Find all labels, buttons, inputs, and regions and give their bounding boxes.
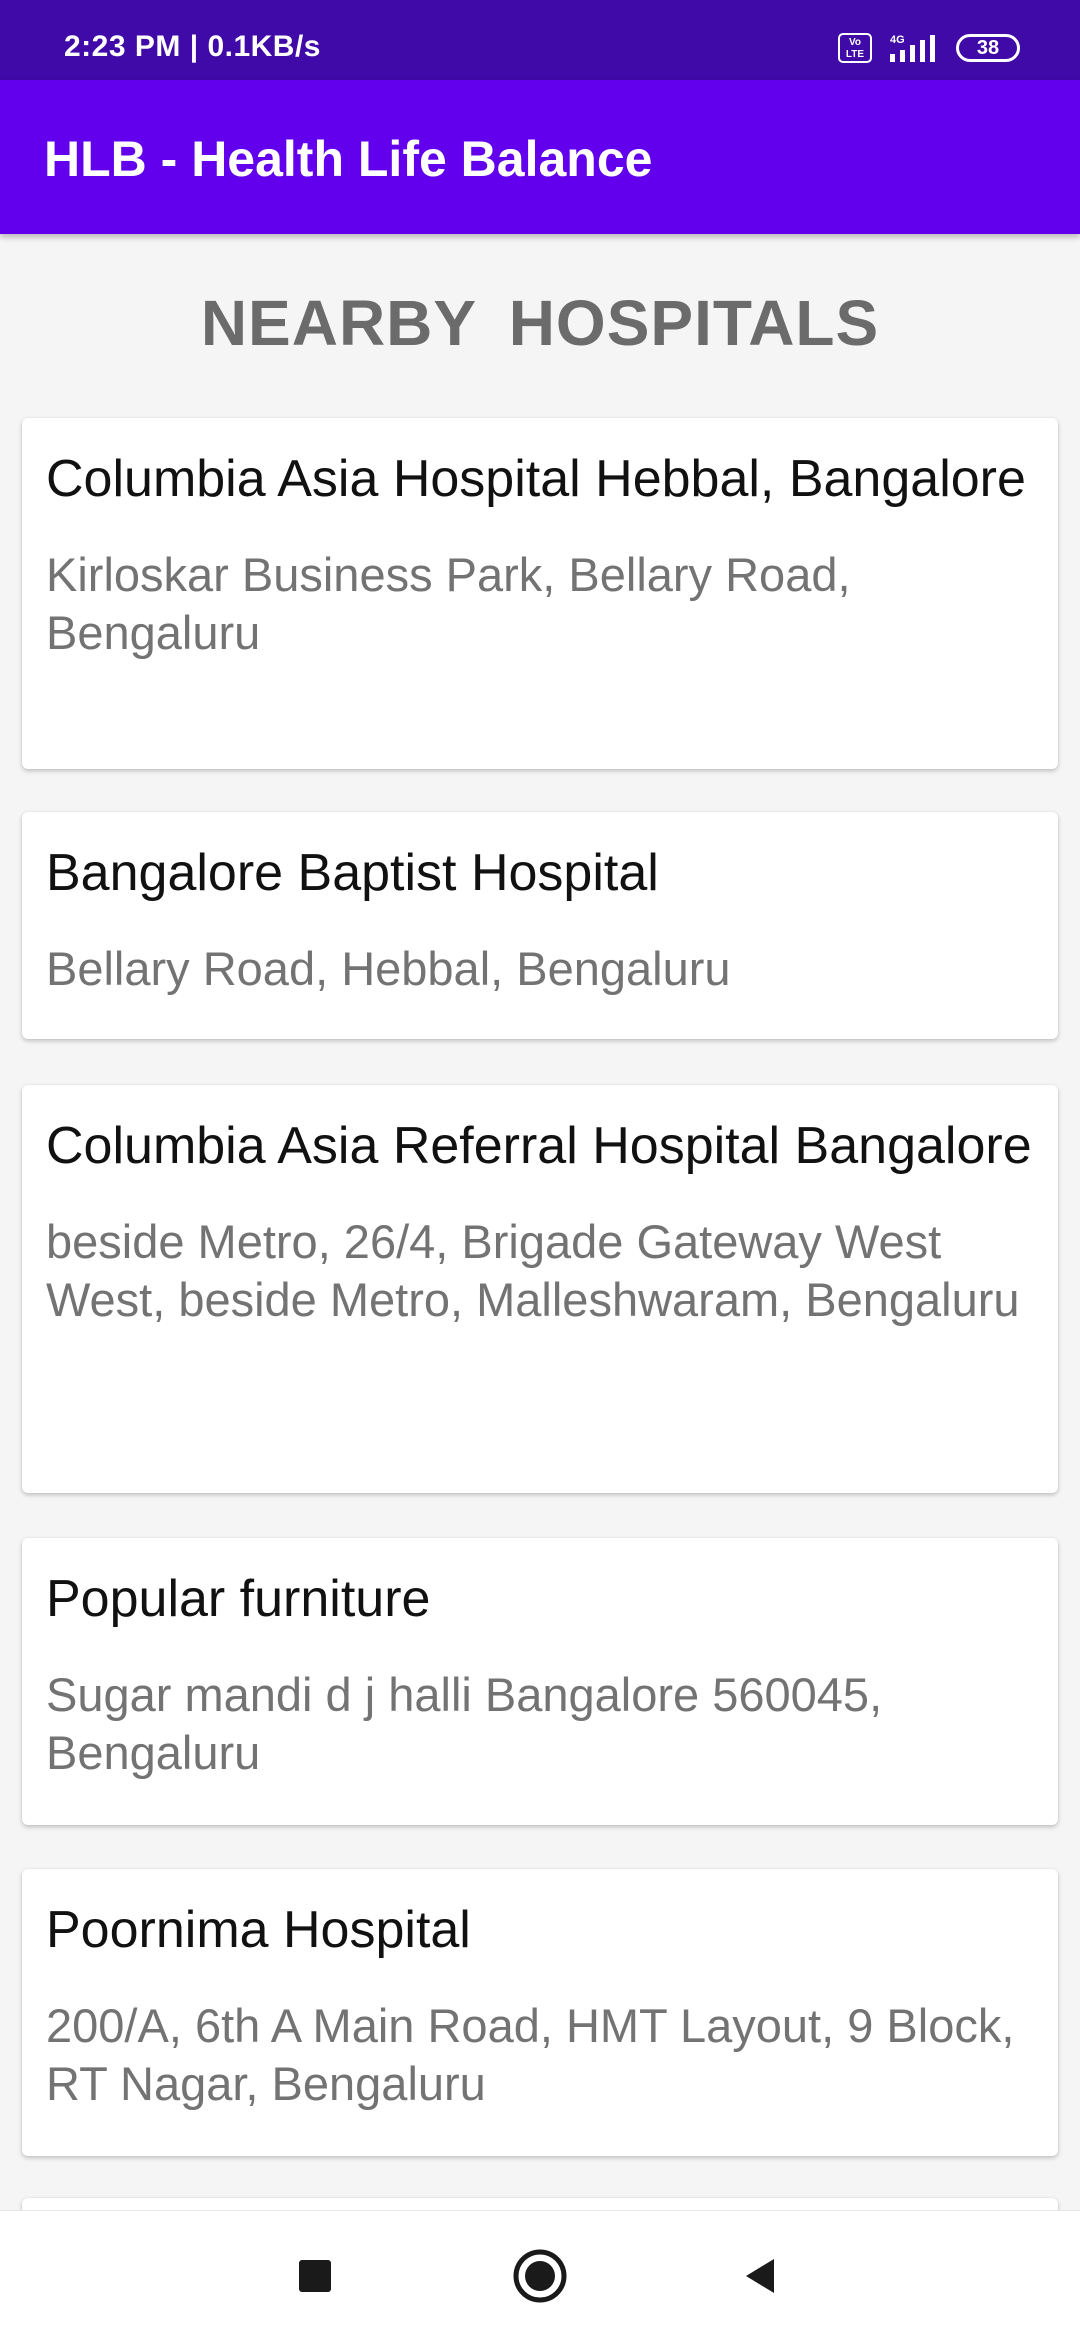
- hospital-name: Bangalore Baptist Hospital: [46, 844, 659, 902]
- home-button[interactable]: [480, 2211, 600, 2341]
- volte-icon: Vo LTE: [838, 33, 872, 63]
- home-circle-icon: [513, 2249, 567, 2303]
- hospital-card[interactable]: Popular furniture Sugar mandi d j halli …: [22, 1538, 1058, 1825]
- hospital-address: 200/A, 6th A Main Road, HMT Layout, 9 Bl…: [46, 1999, 1015, 2110]
- signal-icon: 4G: [890, 34, 935, 62]
- hospital-name: Columbia Asia Referral Hospital Bangalor…: [46, 1117, 1032, 1175]
- battery-level: 38: [976, 37, 1000, 59]
- hospital-name: Poornima Hospital: [46, 1901, 471, 1959]
- system-nav-bar: [0, 2210, 1080, 2341]
- battery-icon: 38: [956, 34, 1020, 62]
- hospital-card[interactable]: Bangalore Baptist Hospital Bellary Road,…: [22, 812, 1058, 1039]
- hospital-card[interactable]: Columbia Asia Referral Hospital Bangalor…: [22, 1085, 1058, 1493]
- hospital-card-partial[interactable]: [22, 2198, 1058, 2210]
- recents-square-icon: [299, 2260, 331, 2292]
- hospital-card[interactable]: Poornima Hospital 200/A, 6th A Main Road…: [22, 1869, 1058, 2156]
- page-title: NEARBY HOSPITALS: [200, 287, 880, 359]
- hospital-name: Columbia Asia Hospital Hebbal, Bangalore: [46, 450, 1026, 508]
- status-bar: 2:23 PM | 0.1KB/s Vo LTE 4G 38: [0, 0, 1080, 80]
- recents-button[interactable]: [255, 2211, 375, 2341]
- status-icons: Vo LTE 4G 38: [838, 30, 1020, 66]
- hospital-address: Sugar mandi d j halli Bangalore 560045, …: [46, 1668, 883, 1779]
- status-time: 2:23 PM | 0.1KB/s: [64, 30, 321, 63]
- hospital-card[interactable]: Columbia Asia Hospital Hebbal, Bangalore…: [22, 418, 1058, 769]
- network-type-label: 4G: [890, 34, 905, 46]
- app-bar: HLB - Health Life Balance: [0, 80, 1080, 234]
- hospital-address: Bellary Road, Hebbal, Bengaluru: [46, 942, 731, 995]
- back-button[interactable]: [700, 2211, 820, 2341]
- hospital-name: Popular furniture: [46, 1570, 431, 1628]
- hospital-address: beside Metro, 26/4, Brigade Gateway West…: [46, 1215, 1020, 1326]
- hospital-list-screen[interactable]: NEARBY HOSPITALS Columbia Asia Hospital …: [0, 234, 1080, 2210]
- app-title: HLB - Health Life Balance: [44, 131, 653, 187]
- hospital-address: Kirloskar Business Park, Bellary Road, B…: [46, 548, 851, 659]
- back-triangle-icon: [746, 2259, 774, 2293]
